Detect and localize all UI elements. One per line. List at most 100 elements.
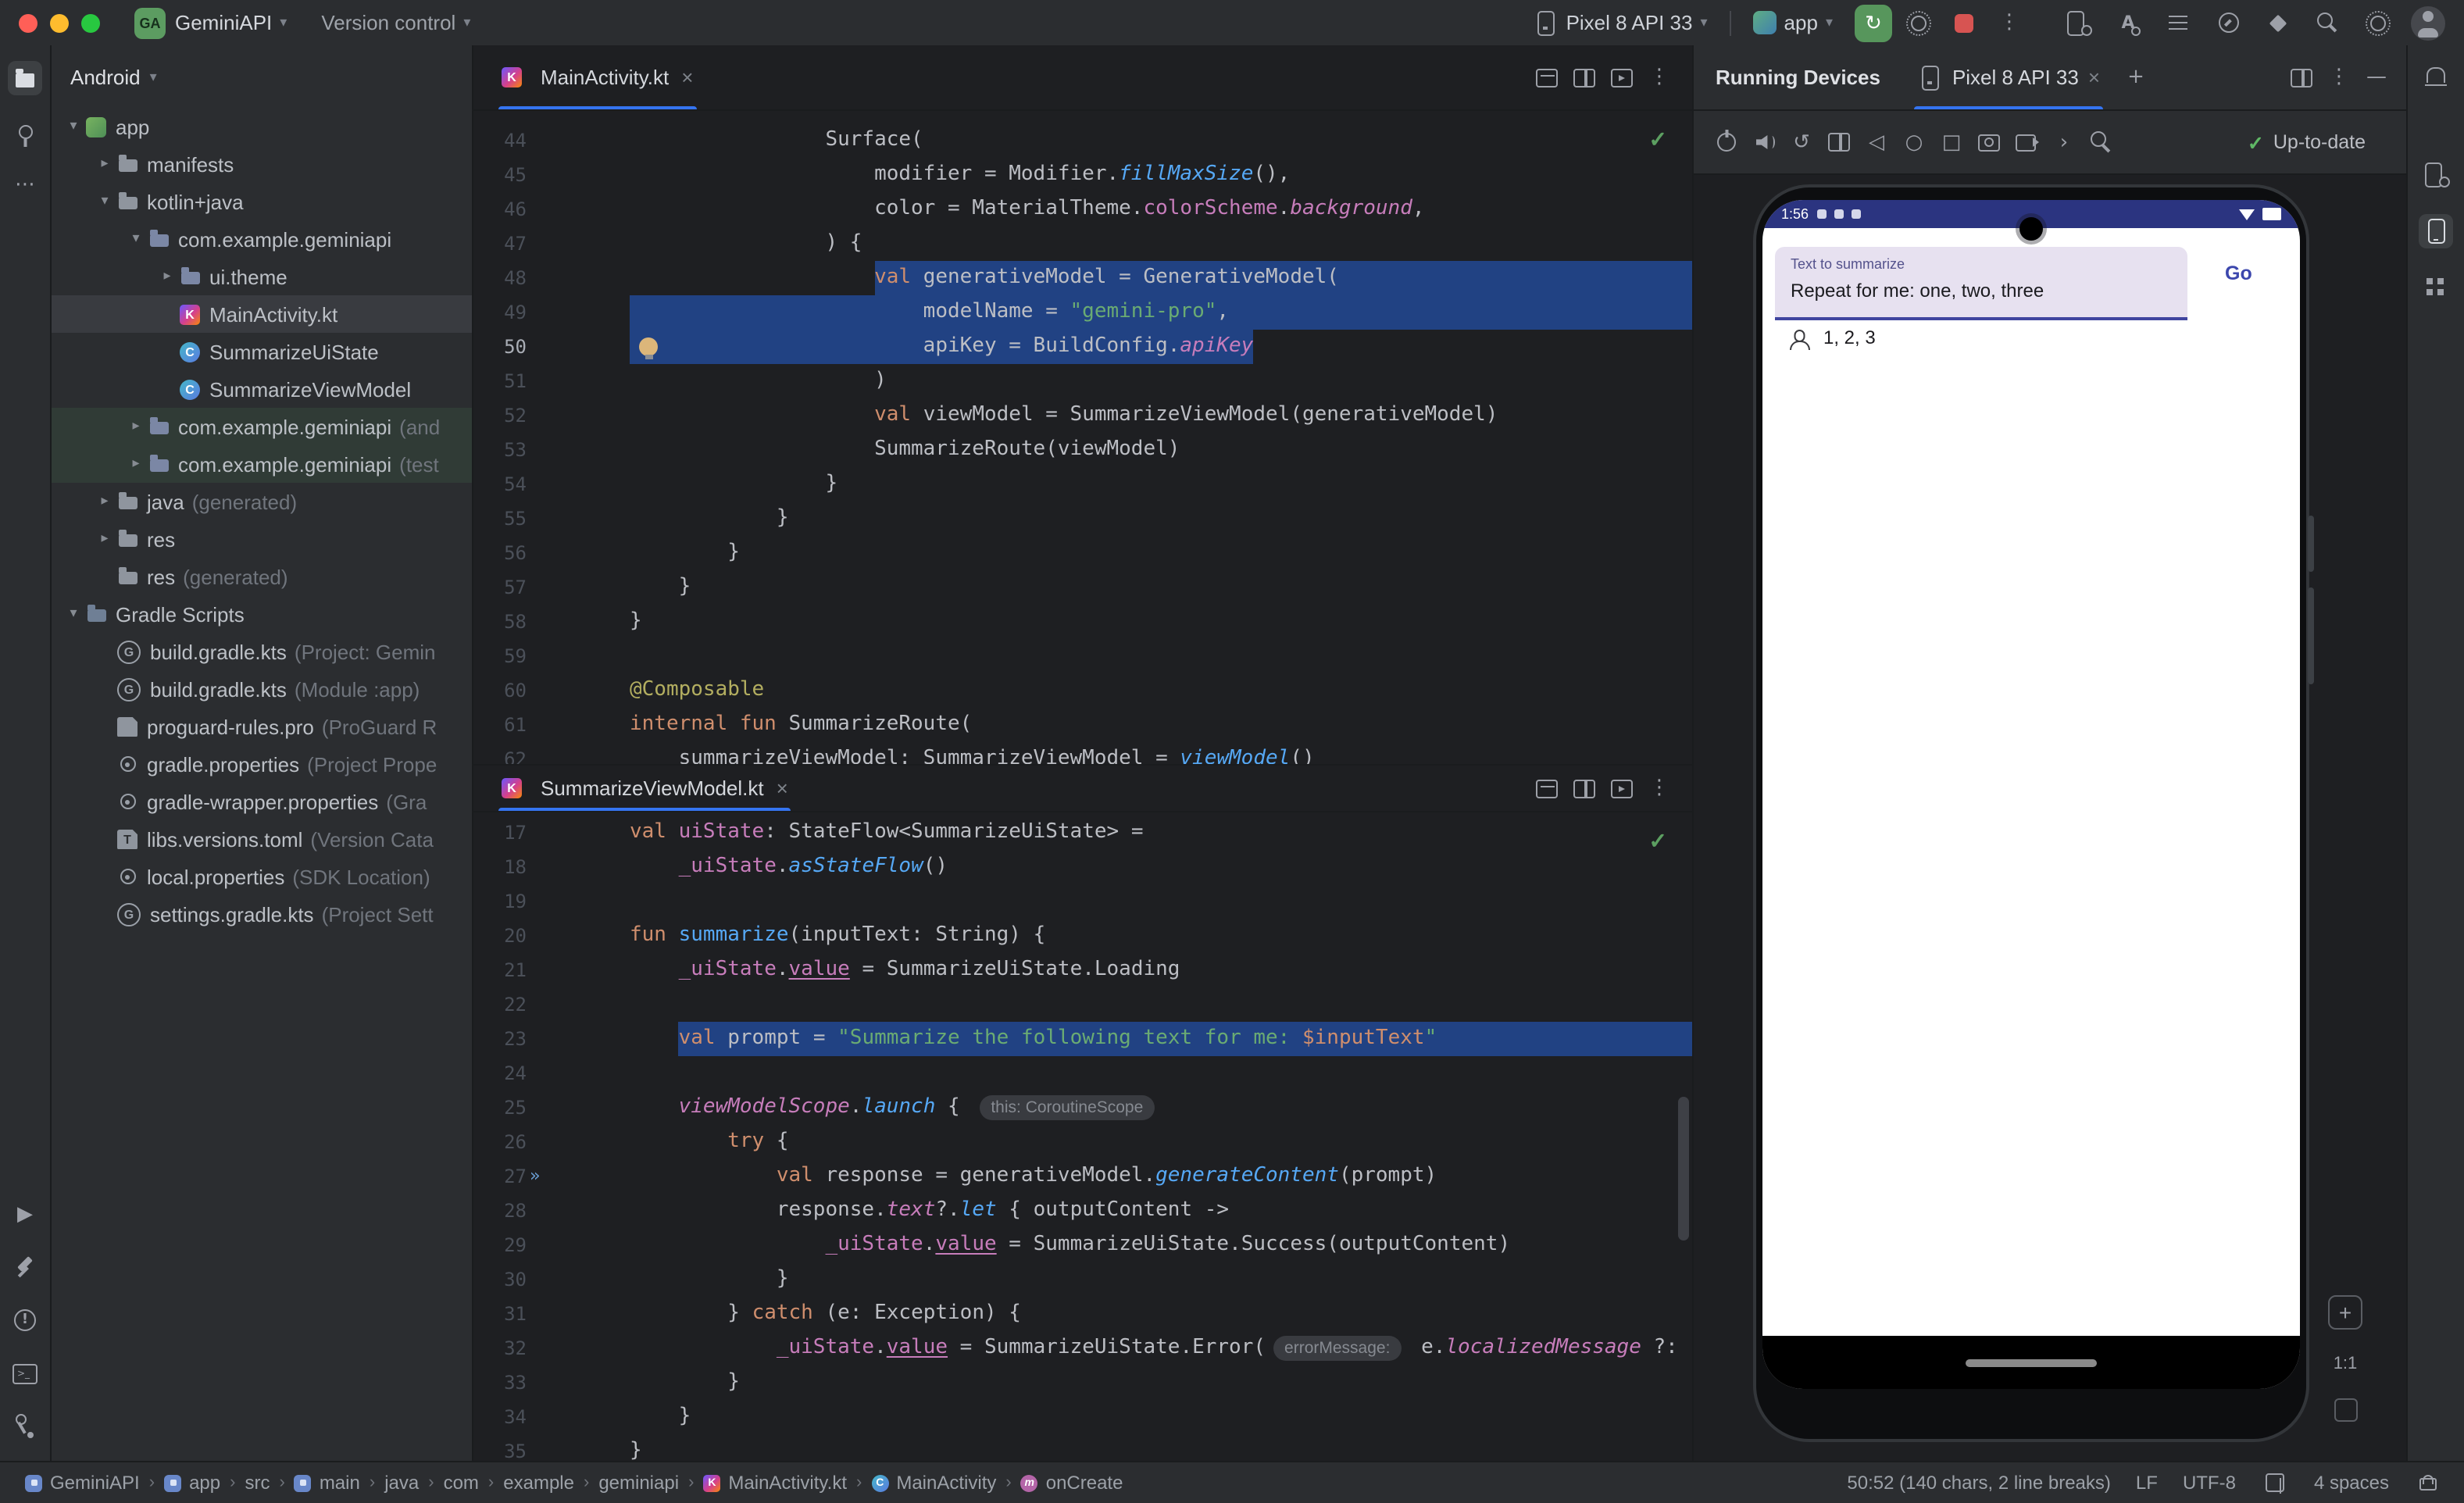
home-icon[interactable]: ○ xyxy=(1897,125,1931,159)
settings-icon[interactable] xyxy=(1902,5,1936,40)
breadcrumb-item-mainactivity[interactable]: CMainActivity xyxy=(871,1472,996,1494)
terminal-icon[interactable] xyxy=(8,1356,42,1391)
intention-bulb-icon[interactable] xyxy=(639,337,658,355)
breadcrumb-item-java[interactable]: java xyxy=(384,1472,419,1494)
notifications-icon[interactable] xyxy=(2419,61,2453,95)
resource-manager-icon[interactable] xyxy=(2419,270,2453,305)
tree-item-summarizeuistate[interactable]: CSummarizeUiState xyxy=(52,333,472,370)
line-number-26[interactable]: 26 xyxy=(473,1125,527,1159)
chevron-right-icon[interactable]: ▸ xyxy=(92,494,117,509)
power-icon[interactable] xyxy=(1709,125,1744,159)
code-line-24[interactable]: 24 xyxy=(473,1056,1692,1091)
column-guide-icon[interactable] xyxy=(2261,1469,2289,1497)
code-line-31[interactable]: 31 } catch (e: Exception) { xyxy=(473,1297,1692,1331)
code-line-44[interactable]: 44 Surface( xyxy=(473,123,1692,158)
project-view-selector[interactable]: Android ▾ xyxy=(52,45,472,108)
line-number-21[interactable]: 21 xyxy=(473,953,527,987)
chevron-down-icon[interactable]: ▾ xyxy=(92,194,117,209)
split-icon[interactable] xyxy=(2284,60,2319,95)
code-line-26[interactable]: 26 try { xyxy=(473,1125,1692,1159)
settings-icon[interactable] xyxy=(2361,5,2395,40)
line-number-58[interactable]: 58 xyxy=(473,605,527,639)
chevron-right-icon[interactable]: ▸ xyxy=(92,531,117,547)
code-line-19[interactable]: 19 xyxy=(473,884,1692,919)
code-line-29[interactable]: 29 _uiState.value = SummarizeUiState.Suc… xyxy=(473,1228,1692,1262)
breadcrumb-item-geminiapi[interactable]: GeminiAPI xyxy=(25,1472,140,1494)
device-selector[interactable]: Pixel 8 API 33 ▾ xyxy=(1524,4,1717,41)
tree-item-settings-gradle-kts[interactable]: Gsettings.gradle.kts(Project Sett xyxy=(52,895,472,933)
line-number-23[interactable]: 23 xyxy=(473,1022,527,1056)
more-chevron-icon[interactable]: › xyxy=(2047,125,2081,159)
breadcrumb-item-geminiapi[interactable]: geminiapi xyxy=(598,1472,679,1494)
code-line-35[interactable]: 35} xyxy=(473,1434,1692,1462)
tree-item-res[interactable]: ▸res xyxy=(52,520,472,558)
code-line-59[interactable]: 59 xyxy=(473,639,1692,673)
tree-item-com-example-geminiapi[interactable]: ▾com.example.geminiapi xyxy=(52,220,472,258)
editor-preview-icon[interactable] xyxy=(1605,771,1639,805)
code-line-57[interactable]: 57 } xyxy=(473,570,1692,605)
close-tab-icon[interactable]: × xyxy=(777,776,788,800)
code-line-53[interactable]: 53 SummarizeRoute(viewModel) xyxy=(473,433,1692,467)
code-line-55[interactable]: 55 } xyxy=(473,502,1692,536)
code-line-45[interactable]: 45 modifier = Modifier.fillMaxSize(), xyxy=(473,158,1692,192)
screen-record-icon[interactable] xyxy=(2009,125,2044,159)
chevron-down-icon[interactable]: ▾ xyxy=(61,119,86,134)
close-window-button[interactable] xyxy=(19,13,37,32)
close-tab-icon[interactable]: × xyxy=(2088,66,2100,89)
tree-item-com-example-geminiapi[interactable]: ▸com.example.geminiapi(and xyxy=(52,408,472,445)
tree-item-manifests[interactable]: ▸manifests xyxy=(52,145,472,183)
code-line-47[interactable]: 47 ) { xyxy=(473,227,1692,261)
run-options-icon[interactable]: ⋮ xyxy=(2322,60,2356,95)
line-number-44[interactable]: 44 xyxy=(473,123,527,158)
version-control-icon[interactable] xyxy=(8,1409,42,1444)
chevron-down-icon[interactable]: ▾ xyxy=(61,606,86,622)
line-number-31[interactable]: 31 xyxy=(473,1297,527,1331)
zoom-mode-icon[interactable] xyxy=(2084,125,2119,159)
code-line-23[interactable]: 23 val prompt = "Summarize the following… xyxy=(473,1022,1692,1056)
line-number-59[interactable]: 59 xyxy=(473,639,527,673)
commit-icon[interactable] xyxy=(8,114,42,148)
breadcrumb-item-mainactivity-kt[interactable]: KMainActivity.kt xyxy=(703,1472,847,1494)
code-line-25[interactable]: 25 viewModelScope.launch { this: Corouti… xyxy=(473,1091,1692,1125)
line-number-62[interactable]: 62 xyxy=(473,742,527,764)
tree-item-ui-theme[interactable]: ▸ui.theme xyxy=(52,258,472,295)
breadcrumb-item-oncreate[interactable]: monCreate xyxy=(1021,1472,1123,1494)
code-line-56[interactable]: 56 } xyxy=(473,536,1692,570)
more-icon[interactable]: ⋯ xyxy=(8,167,42,202)
logcat-icon[interactable] xyxy=(2161,5,2195,40)
tree-item-res[interactable]: res(generated) xyxy=(52,558,472,595)
line-number-19[interactable]: 19 xyxy=(473,884,527,919)
code-line-61[interactable]: 61internal fun SummarizeRoute( xyxy=(473,708,1692,742)
line-separator-widget[interactable]: LF xyxy=(2136,1472,2158,1494)
fold-icon[interactable] xyxy=(1822,125,1856,159)
tree-item-build-gradle-kts[interactable]: Gbuild.gradle.kts(Module :app) xyxy=(52,670,472,708)
code-line-33[interactable]: 33 } xyxy=(473,1366,1692,1400)
tab-summarizeviewmodel[interactable]: K SummarizeViewModel.kt × xyxy=(486,766,804,811)
problems-icon[interactable] xyxy=(8,1303,42,1337)
plugins-icon[interactable] xyxy=(2261,5,2295,40)
line-number-49[interactable]: 49 xyxy=(473,295,527,330)
overview-icon[interactable]: □ xyxy=(1934,125,1969,159)
line-number-55[interactable]: 55 xyxy=(473,502,527,536)
tree-item-libs-versions-toml[interactable]: Tlibs.versions.toml(Version Cata xyxy=(52,820,472,858)
line-number-45[interactable]: 45 xyxy=(473,158,527,192)
code-line-54[interactable]: 54 } xyxy=(473,467,1692,502)
caret-position-widget[interactable]: 50:52 (140 chars, 2 line breaks) xyxy=(1847,1472,2111,1494)
line-number-52[interactable]: 52 xyxy=(473,398,527,433)
screenshot-icon[interactable] xyxy=(1972,125,2006,159)
run-options-icon[interactable]: ⋮ xyxy=(1642,60,1677,95)
line-number-56[interactable]: 56 xyxy=(473,536,527,570)
code-line-30[interactable]: 30 } xyxy=(473,1262,1692,1297)
line-number-60[interactable]: 60 xyxy=(473,673,527,708)
project-icon[interactable] xyxy=(8,61,42,95)
tree-item-build-gradle-kts[interactable]: Gbuild.gradle.kts(Project: Gemin xyxy=(52,633,472,670)
breadcrumb-item-example[interactable]: example xyxy=(503,1472,574,1494)
device-tab-pixel8[interactable]: Pixel 8 API 33 × xyxy=(1905,45,2112,109)
run-icon[interactable]: ▶ xyxy=(8,1197,42,1231)
chevron-down-icon[interactable]: ▾ xyxy=(123,231,148,247)
split-editor-icon[interactable] xyxy=(1567,60,1602,95)
line-number-54[interactable]: 54 xyxy=(473,467,527,502)
code-line-22[interactable]: 22 xyxy=(473,987,1692,1022)
code-line-62[interactable]: 62 summarizeViewModel: SummarizeViewMode… xyxy=(473,742,1692,764)
editor-preview-icon[interactable] xyxy=(1605,60,1639,95)
